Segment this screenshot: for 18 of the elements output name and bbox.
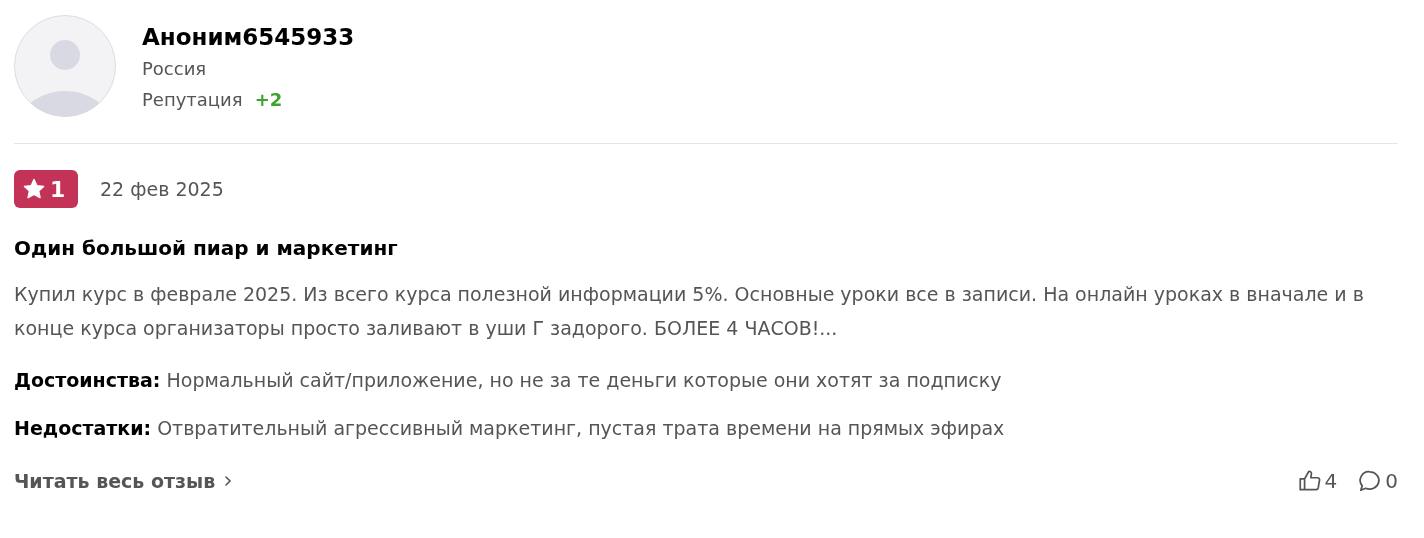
comment-button[interactable]: 0 [1357, 468, 1398, 494]
review-section: Недостатки: Отвратительный агрессивный маркетинг, пустая трата времени на прямых эфирах [14, 415, 1398, 441]
chevron-right-icon [223, 474, 234, 488]
comment-count: 0 [1385, 469, 1398, 493]
thumbs-up-icon [1296, 468, 1323, 494]
reputation-label: Репутация [142, 89, 243, 110]
review-title: Один большой пиар и маркетинг [14, 236, 399, 260]
read-more-link[interactable]: Читать весь отзыв [14, 470, 234, 492]
author-country: Россия [142, 57, 208, 81]
avatar-icon [14, 15, 116, 117]
like-button[interactable]: 4 [1296, 468, 1338, 494]
like-count: 4 [1324, 469, 1338, 493]
rating-badge: 1 [14, 170, 78, 208]
review-section: Достоинства: Нормальный сайт/приложение, но не за те деньги которые они хотят за подписку [14, 367, 1398, 393]
review-date: 22 фев 2025 [100, 178, 224, 200]
reputation-value: +2 [254, 89, 283, 110]
author-name: Аноним6545933 [142, 23, 355, 52]
review-text: Купил курс в феврале 2025. Из всего курса полезной информации 5%. Основные уроки все в записи. На онлайн уроках в вначале и в конце курса организаторы просто заливают в уши Г задорого. БОЛЕЕ 4 ЧАСОВ!... [14, 282, 1365, 341]
